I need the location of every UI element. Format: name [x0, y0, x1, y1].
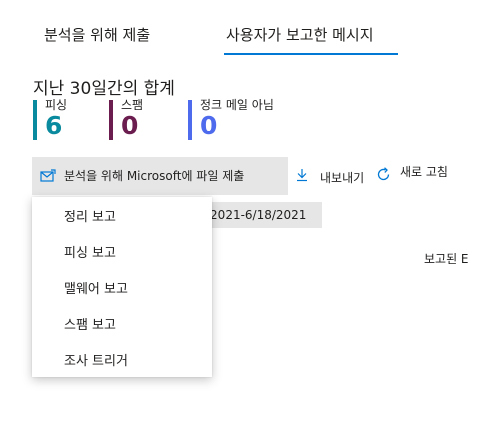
menu-item-label: 피싱 보고 — [64, 246, 116, 261]
menu-item-label: 정리 보고 — [64, 210, 116, 225]
mail-submit-icon — [40, 169, 56, 182]
menu-item-trigger-investigation[interactable]: 조사 트리거 — [32, 341, 212, 377]
refresh-button[interactable]: 새로 고침 — [376, 162, 466, 186]
menu-item-label: 스팸 보고 — [64, 318, 116, 333]
submit-dropdown-menu: 정리 보고 피싱 보고 맬웨어 보고 스팸 보고 조사 트리거 — [32, 197, 212, 377]
menu-item-label: 맬웨어 보고 — [64, 282, 128, 297]
menu-item-phish-report[interactable]: 피싱 보고 — [32, 233, 212, 269]
export-button[interactable]: 내보내기 — [296, 164, 376, 188]
tab-submissions[interactable]: 분석을 위해 제출 — [44, 24, 150, 45]
date-range-text: /2021-6/18/2021 — [206, 208, 307, 222]
menu-item-label: 조사 트리거 — [64, 354, 128, 369]
export-label: 내보내기 — [320, 171, 365, 185]
menu-item-clean-report[interactable]: 정리 보고 — [32, 197, 212, 233]
spam-stat-value: 0 — [121, 111, 139, 140]
submit-button-label: 분석을 위해 Microsoft에 파일 제출 — [64, 169, 245, 183]
download-icon — [297, 169, 307, 182]
menu-item-malware-report[interactable]: 맬웨어 보고 — [32, 269, 212, 305]
date-range-filter[interactable]: /2021-6/18/2021 — [200, 202, 322, 228]
menu-item-spam-report[interactable]: 스팸 보고 — [32, 305, 212, 341]
refresh-label: 새로 고침 — [400, 165, 448, 179]
refresh-icon — [377, 167, 390, 181]
column-header-reported[interactable]: 보고된 E — [424, 250, 469, 267]
phish-stat-bar — [33, 100, 37, 140]
submit-to-microsoft-button[interactable]: 분석을 위해 Microsoft에 파일 제출 — [32, 157, 288, 195]
selected-tab-indicator — [224, 53, 398, 55]
phish-stat-value: 6 — [45, 111, 63, 140]
spam-stat-bar — [109, 100, 113, 140]
tab-user-reported[interactable]: 사용자가 보고한 메시지 — [226, 24, 374, 45]
not-junk-stat-bar — [188, 100, 192, 140]
not-junk-stat-value: 0 — [200, 111, 218, 140]
